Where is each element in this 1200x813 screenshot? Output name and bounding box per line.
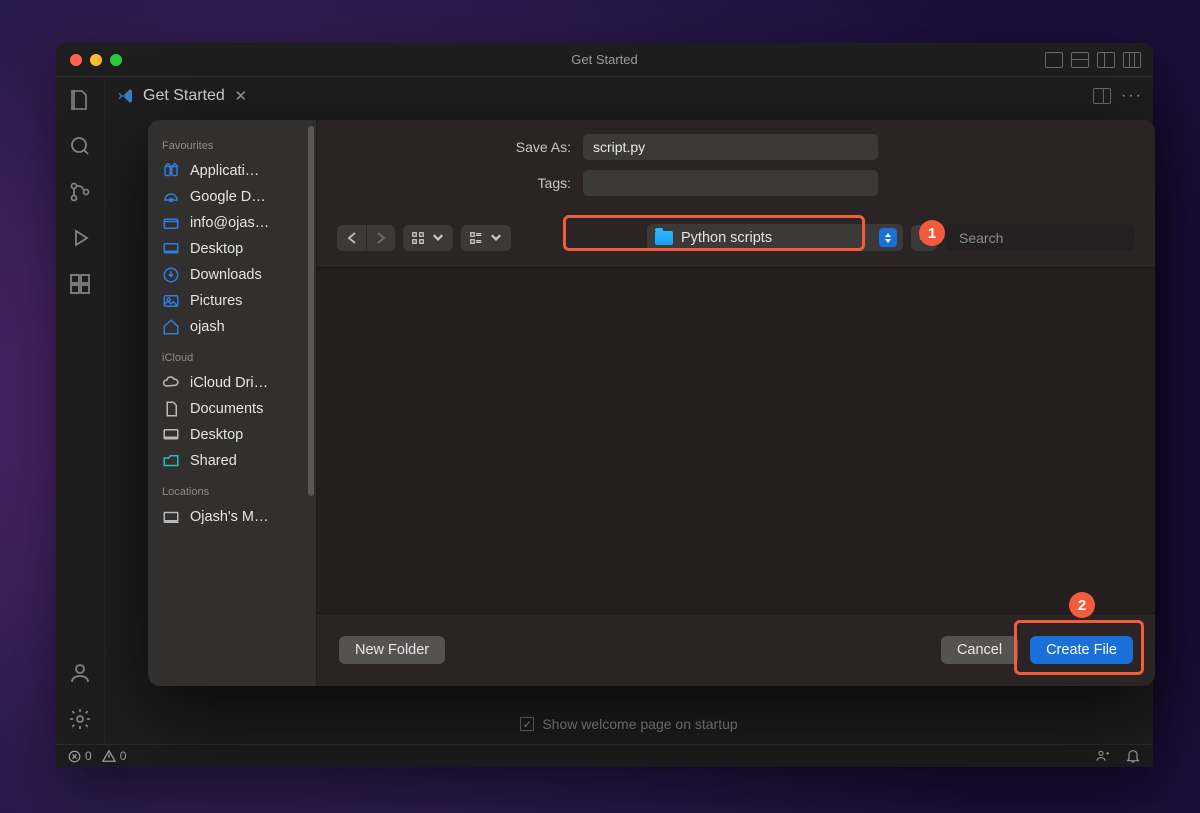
split-editor-icon[interactable] [1093,88,1111,104]
sidebar-scrollbar[interactable] [308,126,314,496]
feedback-icon[interactable] [1095,748,1111,764]
save-dialog: Favourites Applicati… Google D… info@oja… [148,120,1155,686]
sidebar-item-shared[interactable]: Shared [148,448,316,474]
sidebar-item-desktop-ic[interactable]: Desktop [148,422,316,448]
search-icon[interactable] [67,133,93,159]
folder-icon [655,231,673,245]
warning-count-icon[interactable]: 0 [102,749,127,763]
chevron-down-icon [489,231,503,245]
close-tab-icon[interactable]: ✕ [233,87,249,105]
sidebar-item-machine[interactable]: Ojash's M… [148,504,316,530]
dialog-sidebar: Favourites Applicati… Google D… info@oja… [148,120,317,686]
section-icloud: iCloud [148,340,316,370]
folder-selector[interactable]: Python scripts [647,224,903,251]
nav-forward-icon[interactable] [366,225,395,251]
search-input[interactable] [959,230,1140,246]
sidebar-item-info[interactable]: info@ojas… [148,210,316,236]
tab-label: Get Started [143,87,225,105]
sidebar-item-downloads[interactable]: Downloads [148,262,316,288]
run-debug-icon[interactable] [67,225,93,251]
explorer-icon[interactable] [67,87,93,113]
file-list-area[interactable] [317,267,1155,614]
nav-back-icon[interactable] [337,225,366,251]
layout-centered-icon[interactable] [1123,52,1141,68]
section-locations: Locations [148,474,316,504]
section-favourites: Favourites [148,128,316,158]
select-updown-icon [879,228,897,247]
layout-sidebar-icon[interactable] [1045,52,1063,68]
sidebar-item-pictures[interactable]: Pictures [148,288,316,314]
titlebar: Get Started [56,43,1153,77]
search-field[interactable] [945,224,1135,251]
view-mode-group[interactable] [461,225,511,251]
folder-name: Python scripts [681,230,772,246]
save-as-label: Save As: [341,139,571,155]
callout-number-1: 1 [919,220,945,246]
more-actions-icon[interactable]: ··· [1121,87,1143,105]
cancel-button[interactable]: Cancel [941,636,1018,664]
accounts-icon[interactable] [67,660,93,686]
layout-panel-icon[interactable] [1071,52,1089,68]
view-mode-grid[interactable] [403,225,453,251]
bell-icon[interactable] [1125,748,1141,764]
startup-label: Show welcome page on startup [542,716,737,732]
dialog-main: Save As: Tags: [317,120,1155,686]
checkbox-icon[interactable]: ✓ [520,717,534,731]
layout-sidebar-right-icon[interactable] [1097,52,1115,68]
sidebar-item-google-drive[interactable]: Google D… [148,184,316,210]
sidebar-item-desktop[interactable]: Desktop [148,236,316,262]
chevron-down-icon [431,231,445,245]
create-file-button[interactable]: Create File [1030,636,1133,664]
editor-area: Get Started ✕ ··· ✓ Show welcome page on… [105,77,1153,744]
save-as-input[interactable] [583,134,878,160]
vscode-window: Get Started [56,43,1153,767]
extensions-icon[interactable] [67,271,93,297]
sidebar-item-applications[interactable]: Applicati… [148,158,316,184]
vscode-icon [117,87,135,105]
settings-gear-icon[interactable] [67,706,93,732]
sidebar-item-documents[interactable]: Documents [148,396,316,422]
sidebar-item-icloud-drive[interactable]: iCloud Dri… [148,370,316,396]
new-folder-button[interactable]: New Folder [339,636,445,664]
sidebar-item-home[interactable]: ojash [148,314,316,340]
tags-label: Tags: [341,175,571,191]
error-count-icon[interactable]: 0 [68,749,92,763]
status-bar: 0 0 [56,744,1153,767]
nav-back-forward [337,225,395,251]
activity-bar [56,77,105,744]
window-title: Get Started [56,52,1153,67]
startup-checkbox-row[interactable]: ✓ Show welcome page on startup [105,716,1153,732]
callout-number-2: 2 [1069,592,1095,618]
tags-input[interactable] [583,170,878,196]
tab-get-started[interactable]: Get Started ✕ [105,77,261,115]
source-control-icon[interactable] [67,179,93,205]
